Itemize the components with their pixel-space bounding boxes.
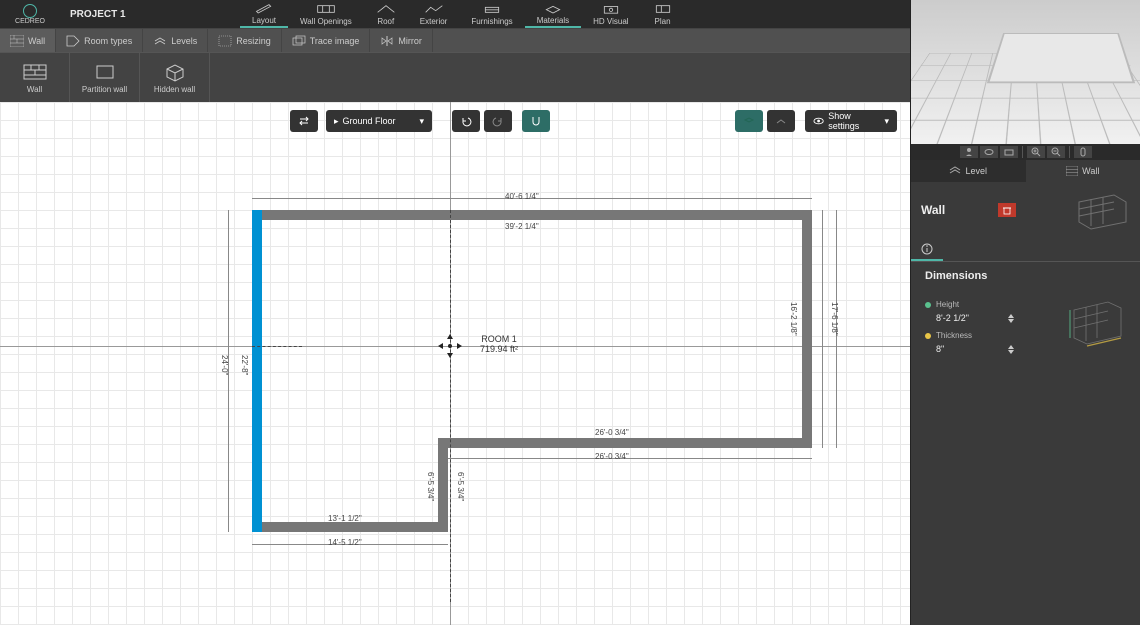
wall-left-selected[interactable] [252, 210, 262, 532]
dim-mid-outer: 26'-0 3/4" [595, 452, 629, 461]
tab-roof[interactable]: Roof [364, 0, 408, 28]
trace-icon [292, 35, 306, 47]
levels-icon [153, 35, 167, 47]
redo-button[interactable] [484, 110, 512, 132]
wall-diagram-icon [1074, 190, 1130, 230]
resize-icon [218, 35, 232, 47]
subtab-room-types[interactable]: Room types [56, 29, 143, 52]
pv-mouse-icon[interactable] [1074, 146, 1092, 158]
materials-icon [543, 2, 563, 14]
eye-icon [813, 115, 824, 127]
guide-vertical [450, 210, 451, 602]
height-value[interactable]: 8'-2 1/2" [936, 313, 1014, 323]
info-tab[interactable] [911, 238, 943, 261]
wall-brick-icon [23, 62, 47, 82]
panel-title: Wall [921, 203, 945, 217]
properties-panel: Level Wall Wall Dimensions [910, 160, 1140, 625]
tab-exterior[interactable]: Exterior [408, 0, 460, 28]
tool-hidden-wall[interactable]: Hidden wall [140, 53, 210, 102]
room-label: ROOM 1 719.94 ft² [480, 334, 518, 354]
dim-bottom-outer: 14'-5 1/2" [328, 538, 362, 547]
guide-horizontal [252, 346, 302, 347]
delete-button[interactable] [998, 203, 1016, 217]
floor-plan-canvas[interactable]: ▸ Ground Floor ▾ Show settings ▾ 40'-6 1… [0, 102, 910, 625]
tool-partition-wall[interactable]: Partition wall [70, 53, 140, 102]
dim-top-outer: 40'-6 1/4" [505, 192, 539, 201]
dimline-left-out [228, 210, 229, 532]
dim-left-inner: 22'-8" [240, 355, 249, 375]
thickness-stepper[interactable] [1008, 345, 1014, 354]
dimensions-title: Dimensions [911, 262, 1140, 290]
subtab-trace-image[interactable]: Trace image [282, 29, 371, 52]
info-icon [921, 243, 933, 255]
wall-dimensions-diagram [1066, 298, 1126, 348]
tool-wall[interactable]: Wall [0, 53, 70, 102]
camera-icon [601, 3, 621, 15]
show-settings-button[interactable]: Show settings ▾ [805, 110, 897, 132]
trash-icon [1002, 205, 1012, 215]
wall-step-vertical[interactable] [438, 438, 448, 532]
pv-zoom-out-icon[interactable] [1047, 146, 1065, 158]
dim-right-inner: 16'-2 1/8" [789, 302, 798, 336]
tab-wall-openings[interactable]: Wall Openings [288, 0, 364, 28]
wall-right[interactable] [802, 210, 812, 448]
pencil-icon [254, 2, 274, 14]
subtab-wall[interactable]: Wall [0, 29, 56, 52]
partition-icon [93, 62, 117, 82]
dim-bottom-inner: 13'-1 1/2" [328, 514, 362, 523]
subtab-resizing[interactable]: Resizing [208, 29, 282, 52]
view2d-button[interactable] [767, 110, 795, 132]
rtab-wall[interactable]: Wall [1026, 160, 1140, 182]
app-logo[interactable]: CEDREO [0, 0, 60, 28]
wall-mid-bottom[interactable] [438, 438, 812, 448]
wall-bottom[interactable] [252, 522, 448, 532]
wall-icon [316, 3, 336, 15]
dim-mid-inner: 26'-0 3/4" [595, 428, 629, 437]
pv-camera-icon[interactable] [1000, 146, 1018, 158]
level-icon [949, 166, 961, 176]
dimline-mid-out [448, 458, 812, 459]
tab-layout[interactable]: Layout [240, 0, 288, 28]
project-title: PROJECT 1 [60, 0, 200, 28]
rtab-level[interactable]: Level [911, 160, 1026, 182]
tab-plan[interactable]: Plan [641, 0, 685, 28]
tag-icon [66, 35, 80, 47]
magnet-button[interactable] [522, 110, 550, 132]
thickness-value[interactable]: 8" [936, 344, 1014, 354]
swap-button[interactable] [290, 110, 318, 132]
move-handle[interactable] [437, 333, 463, 359]
dimline-right-out [822, 210, 823, 448]
preview-3d[interactable] [910, 0, 1140, 160]
dim-right-outer: 17'-6 1/8" [830, 302, 839, 336]
pv-person-icon[interactable] [960, 146, 978, 158]
tab-hd-visual[interactable]: HD Visual [581, 0, 640, 28]
wall-top[interactable] [252, 210, 812, 220]
sofa-icon [482, 3, 502, 15]
pv-zoom-in-icon[interactable] [1027, 146, 1045, 158]
view3d-button[interactable] [735, 110, 763, 132]
tab-furnishings[interactable]: Furnishings [459, 0, 524, 28]
subtab-mirror[interactable]: Mirror [370, 29, 433, 52]
wall-grid-icon [10, 35, 24, 47]
roof-icon [376, 3, 396, 15]
dim-step-inner: 6'-5 3/4" [426, 472, 435, 501]
wall-small-icon [1066, 166, 1078, 176]
cube-icon [163, 62, 187, 82]
height-stepper[interactable] [1008, 314, 1014, 323]
tab-materials[interactable]: Materials [525, 0, 581, 28]
subtab-levels[interactable]: Levels [143, 29, 208, 52]
dim-top-inner: 39'-2 1/4" [505, 222, 539, 231]
plan-icon [653, 3, 673, 15]
pv-eye-icon[interactable] [980, 146, 998, 158]
exterior-icon [424, 3, 444, 15]
undo-button[interactable] [452, 110, 480, 132]
dim-step-outer: 6'-5 3/4" [456, 472, 465, 501]
mirror-icon [380, 35, 394, 47]
floor-dropdown[interactable]: ▸ Ground Floor ▾ [326, 110, 432, 132]
